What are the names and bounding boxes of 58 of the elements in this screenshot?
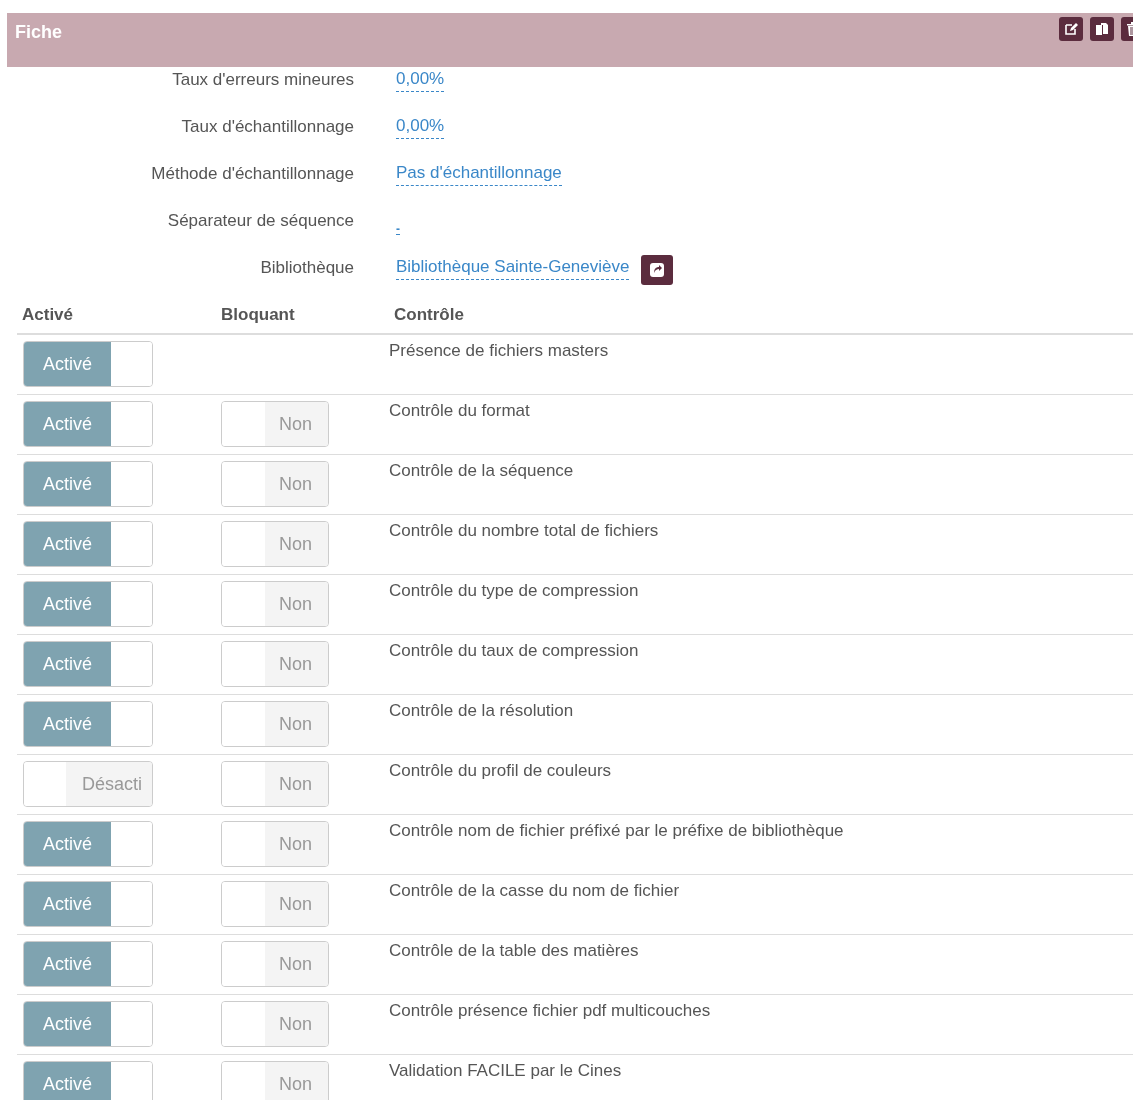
- field-value-link[interactable]: 0,00%: [396, 67, 445, 92]
- toggle-switch[interactable]: Non: [221, 881, 329, 927]
- control-name: Contrôle présence fichier pdf multicouches: [389, 1000, 711, 1021]
- toggle-switch[interactable]: Non: [221, 641, 329, 687]
- toggle-switch[interactable]: Activé: [23, 941, 153, 987]
- column-header: Bloquant: [221, 305, 295, 324]
- toggle-switch[interactable]: Non: [221, 761, 329, 807]
- control-name: Validation FACILE par le Cines: [389, 1060, 622, 1081]
- toggle-switch[interactable]: Activé: [23, 641, 153, 687]
- panel-title: Fiche: [15, 22, 63, 43]
- share-icon: [649, 262, 666, 278]
- control-name: Contrôle du profil de couleurs: [389, 760, 612, 781]
- copy-icon: [1095, 22, 1109, 36]
- toggle-switch[interactable]: Activé: [23, 881, 153, 927]
- control-name: Contrôle de la table des matières: [389, 940, 639, 961]
- field-label: Bibliothèque: [259, 257, 354, 279]
- toggle-switch[interactable]: Activé: [23, 1061, 153, 1100]
- edit-icon: [1064, 22, 1078, 36]
- field-label: Séparateur de séquence: [166, 210, 354, 232]
- copy-button[interactable]: [1090, 17, 1114, 41]
- toggle-switch[interactable]: Activé: [23, 581, 153, 627]
- control-name: Contrôle du type de compression: [389, 580, 639, 601]
- toggle-switch[interactable]: Non: [221, 821, 329, 867]
- field-label: Taux d'échantillonnage: [180, 116, 354, 138]
- toggle-switch[interactable]: Activé: [23, 701, 153, 747]
- control-name: Contrôle du nombre total de fichiers: [389, 520, 659, 541]
- toggle-switch[interactable]: Non: [221, 581, 329, 627]
- toggle-switch[interactable]: Non: [221, 461, 329, 507]
- field-value-link[interactable]: -: [396, 224, 400, 235]
- toggle-switch[interactable]: Activé: [23, 341, 153, 387]
- column-header: Activé: [22, 305, 74, 324]
- control-name: Contrôle du taux de compression: [389, 640, 639, 661]
- open-external-button[interactable]: [641, 255, 674, 285]
- field-label: Méthode d'échantillonnage: [150, 163, 354, 185]
- toggle-switch[interactable]: Activé: [23, 521, 153, 567]
- control-name: Présence de fichiers masters: [389, 340, 609, 361]
- control-name: Contrôle de la casse du nom de fichier: [389, 880, 680, 901]
- field-label: Taux d'erreurs mineures: [171, 69, 354, 91]
- control-name: Contrôle de la séquence: [389, 460, 574, 481]
- edit-button[interactable]: [1059, 17, 1083, 41]
- toggle-switch[interactable]: Non: [221, 701, 329, 747]
- toggle-switch[interactable]: Activé: [23, 1001, 153, 1047]
- toggle-switch[interactable]: Non: [221, 521, 329, 567]
- field-value-link[interactable]: Bibliothèque Sainte-Geneviève: [396, 255, 630, 280]
- field-value-link[interactable]: 0,00%: [396, 114, 445, 139]
- toggle-switch[interactable]: Non: [221, 401, 329, 447]
- toggle-switch[interactable]: Activé: [23, 401, 153, 447]
- control-name: Contrôle de la résolution: [389, 700, 574, 721]
- control-name: Contrôle nom de fichier préfixé par le préfixe de bibliothèque: [389, 820, 844, 841]
- column-header: Contrôle: [394, 305, 464, 324]
- toggle-switch[interactable]: Non: [221, 941, 329, 987]
- toggle-switch[interactable]: Non: [221, 1001, 329, 1047]
- field-value-link[interactable]: Pas d'échantillonnage: [396, 161, 562, 186]
- toggle-switch[interactable]: Activé: [23, 821, 153, 867]
- control-name: Contrôle du format: [389, 400, 530, 421]
- toggle-switch[interactable]: Désacti: [23, 761, 153, 807]
- toggle-switch[interactable]: Non: [221, 1061, 329, 1100]
- toggle-switch[interactable]: Activé: [23, 461, 153, 507]
